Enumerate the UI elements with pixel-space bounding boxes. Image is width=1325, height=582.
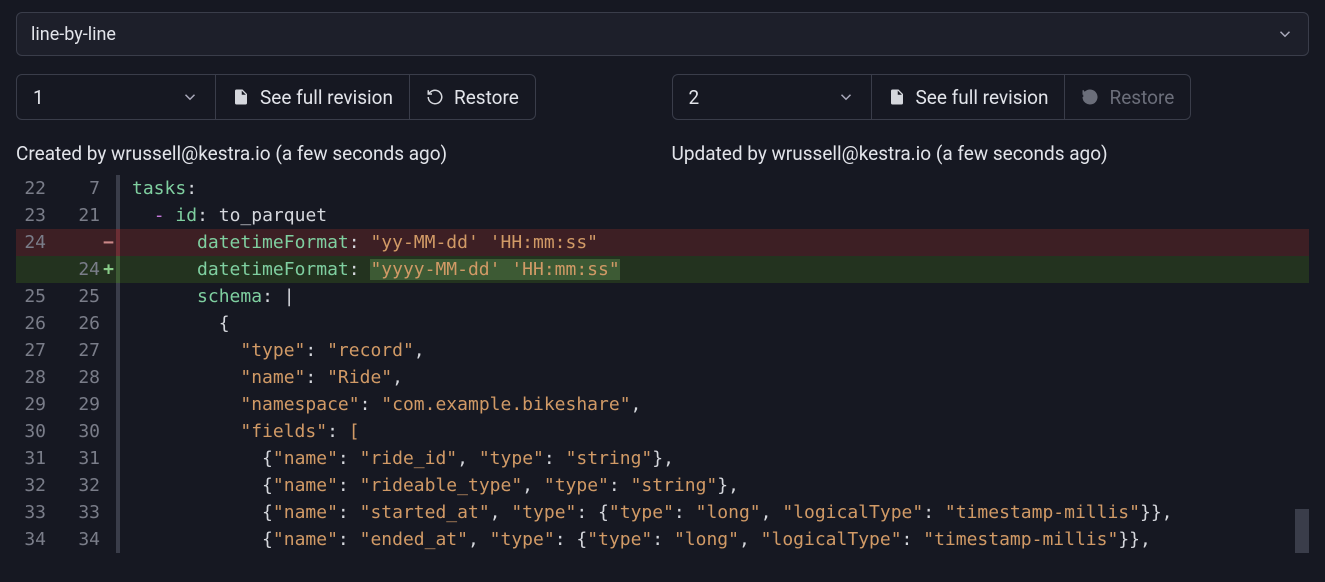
change-bar — [116, 391, 120, 418]
diff-row: 3333 {"name": "started_at", "type": {"ty… — [16, 499, 1309, 526]
change-bar — [116, 202, 120, 229]
gutter-left: 26 — [16, 310, 56, 337]
gutter-right: 25 — [56, 283, 104, 310]
chevron-down-icon — [837, 88, 855, 106]
code-content: datetimeFormat: "yy-MM-dd' 'HH:mm:ss" — [126, 229, 1309, 256]
code-content: tasks: — [126, 175, 1309, 202]
scrollbar-thumb[interactable] — [1295, 509, 1309, 553]
gutter-right: 29 — [56, 391, 104, 418]
change-bar — [116, 418, 120, 445]
gutter-left: 23 — [16, 202, 56, 229]
left-restore-label: Restore — [454, 86, 519, 109]
code-content: "namespace": "com.example.bikeshare", — [126, 391, 1309, 418]
code-content: "name": "Ride", — [126, 364, 1309, 391]
diff-row: 227 tasks: — [16, 175, 1309, 202]
gutter-left: 28 — [16, 364, 56, 391]
change-bar — [116, 175, 120, 202]
diff-row: 24+ datetimeFormat: "yyyy-MM-dd' 'HH:mm:… — [16, 256, 1309, 283]
code-content: {"name": "ended_at", "type": {"type": "l… — [126, 526, 1309, 553]
chevron-down-icon — [181, 88, 199, 106]
change-bar — [116, 499, 120, 526]
diff-row: 2525 schema: | — [16, 283, 1309, 310]
change-bar — [116, 364, 120, 391]
left-revision-select[interactable]: 1 — [16, 74, 216, 120]
gutter-left: 22 — [16, 175, 56, 202]
gutter-left — [16, 256, 56, 283]
code-content: "fields": [ — [126, 418, 1309, 445]
code-content: datetimeFormat: "yyyy-MM-dd' 'HH:mm:ss" — [126, 256, 1309, 283]
right-see-full-button[interactable]: See full revision — [872, 74, 1065, 120]
diff-view: 227tasks:2321 - id: to_parquet24− dateti… — [16, 175, 1309, 553]
code-content: {"name": "started_at", "type": {"type": … — [126, 499, 1309, 526]
right-restore-label: Restore — [1109, 86, 1174, 109]
file-icon — [888, 88, 906, 106]
left-restore-button[interactable]: Restore — [409, 74, 536, 120]
file-icon — [232, 88, 250, 106]
gutter-left: 30 — [16, 418, 56, 445]
gutter-left: 27 — [16, 337, 56, 364]
left-revision-value: 1 — [33, 86, 44, 109]
gutter-right: 34 — [56, 526, 104, 553]
gutter-right: 31 — [56, 445, 104, 472]
gutter-right: 26 — [56, 310, 104, 337]
diff-row: 3030 "fields": [ — [16, 418, 1309, 445]
code-content: { — [126, 310, 1309, 337]
diff-row: 3232 {"name": "rideable_type", "type": "… — [16, 472, 1309, 499]
change-bar — [116, 283, 120, 310]
gutter-left: 32 — [16, 472, 56, 499]
right-see-full-label: See full revision — [916, 86, 1049, 109]
gutter-right: 30 — [56, 418, 104, 445]
gutter-right: 21 — [56, 202, 104, 229]
gutter-left: 34 — [16, 526, 56, 553]
gutter-right: 33 — [56, 499, 104, 526]
right-revision-value: 2 — [689, 86, 700, 109]
diff-row: 3131 {"name": "ride_id", "type": "string… — [16, 445, 1309, 472]
diff-row: 2929 "namespace": "com.example.bikeshare… — [16, 391, 1309, 418]
right-meta-text: Updated by wrussell@kestra.io (a few sec… — [672, 142, 1310, 165]
change-bar — [116, 472, 120, 499]
change-bar — [116, 256, 120, 283]
code-content: {"name": "ride_id", "type": "string"}, — [126, 445, 1309, 472]
diff-row: 3434 {"name": "ended_at", "type": {"type… — [16, 526, 1309, 553]
gutter-left: 29 — [16, 391, 56, 418]
gutter-right: 32 — [56, 472, 104, 499]
change-bar — [116, 337, 120, 364]
change-bar — [116, 445, 120, 472]
diff-row: 24− datetimeFormat: "yy-MM-dd' 'HH:mm:ss… — [16, 229, 1309, 256]
left-meta-text: Created by wrussell@kestra.io (a few sec… — [16, 142, 654, 165]
code-content: "type": "record", — [126, 337, 1309, 364]
restore-icon — [1081, 88, 1099, 106]
code-content: schema: | — [126, 283, 1309, 310]
diff-mode-value: line-by-line — [31, 24, 116, 45]
gutter-left: 25 — [16, 283, 56, 310]
code-content: {"name": "rideable_type", "type": "strin… — [126, 472, 1309, 499]
code-content: - id: to_parquet — [126, 202, 1309, 229]
diff-row: 2321 - id: to_parquet — [16, 202, 1309, 229]
gutter-left: 33 — [16, 499, 56, 526]
right-revision-select[interactable]: 2 — [672, 74, 872, 120]
gutter-right: 7 — [56, 175, 104, 202]
left-see-full-button[interactable]: See full revision — [216, 74, 409, 120]
gutter-left: 31 — [16, 445, 56, 472]
change-bar — [116, 526, 120, 553]
diff-row: 2727 "type": "record", — [16, 337, 1309, 364]
left-see-full-label: See full revision — [260, 86, 393, 109]
gutter-right: 27 — [56, 337, 104, 364]
chevron-down-icon — [1276, 25, 1294, 43]
gutter-right: − — [56, 229, 104, 256]
gutter-left: 24 — [16, 229, 56, 256]
change-bar — [116, 229, 120, 256]
diff-row: 2828 "name": "Ride", — [16, 364, 1309, 391]
diff-mode-select[interactable]: line-by-line — [16, 12, 1309, 56]
gutter-right: 24+ — [56, 256, 104, 283]
change-bar — [116, 310, 120, 337]
right-restore-button: Restore — [1064, 74, 1191, 120]
gutter-right: 28 — [56, 364, 104, 391]
restore-icon — [426, 88, 444, 106]
diff-row: 2626 { — [16, 310, 1309, 337]
